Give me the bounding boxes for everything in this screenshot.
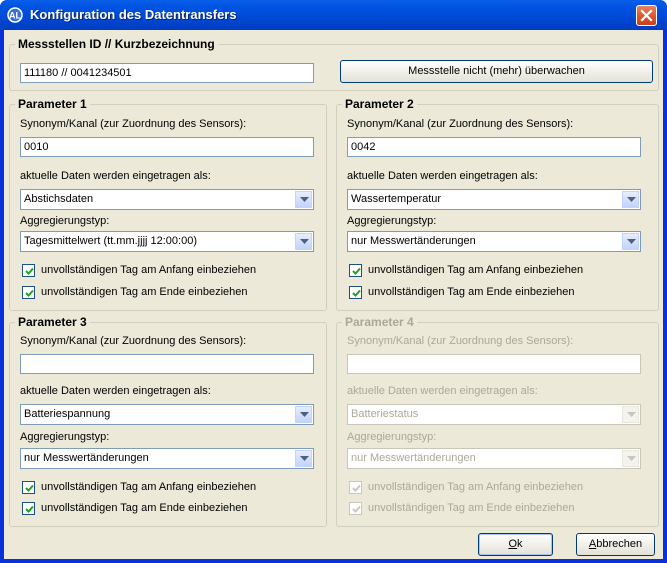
unwatch-station-button[interactable]: Messstelle nicht (mehr) überwachen: [340, 60, 653, 83]
dialog-window: AL Konfiguration des Datentransfers Mess…: [0, 0, 667, 563]
parameter-3-data-label: aktuelle Daten werden eingetragen als:: [20, 385, 211, 397]
cancel-label: bbrechen: [596, 538, 643, 550]
parameter-4-start-label: unvollständigen Tag am Anfang einbeziehe…: [368, 481, 584, 493]
dialog-client: Messstellen ID // Kurzbezeichnung 111180…: [4, 30, 663, 559]
close-button[interactable]: [636, 5, 657, 26]
app-logo-icon: AL: [7, 7, 23, 23]
parameter-4-data-select: Batteriestatus: [347, 404, 641, 425]
parameter-3-agg-select[interactable]: nur Messwertänderungen: [20, 448, 314, 469]
cancel-button[interactable]: Abbrechen: [576, 533, 655, 556]
parameter-3-data-select[interactable]: Batteriespannung: [20, 404, 314, 425]
parameter-1-agg-label: Aggregierungstyp:: [20, 215, 110, 227]
parameter-1-synonym-label: Synonym/Kanal (zur Zuordnung des Sensors…: [20, 118, 247, 130]
checkmark-icon: [25, 484, 34, 492]
chevron-down-icon[interactable]: [295, 233, 312, 250]
station-id-input[interactable]: 111180 // 0041234501: [20, 63, 314, 83]
parameter-3-title: Parameter 3: [18, 315, 87, 329]
chevron-down-icon[interactable]: [622, 233, 639, 250]
parameter-4-end-label: unvollständigen Tag am Ende einbeziehen: [368, 502, 575, 514]
checkmark-icon: [352, 289, 361, 297]
parameter-2-synonym-input[interactable]: 0042: [347, 137, 641, 157]
parameter-3-synonym-input[interactable]: [20, 354, 314, 374]
parameter-4-title: Parameter 4: [345, 315, 414, 329]
parameter-3-start-label: unvollständigen Tag am Anfang einbeziehe…: [41, 481, 257, 493]
close-icon: [640, 9, 653, 22]
parameter-2-data-label: aktuelle Daten werden eingetragen als:: [347, 170, 538, 182]
checkmark-icon: [25, 505, 34, 513]
parameter-1-start-label: unvollständigen Tag am Anfang einbeziehe…: [41, 264, 257, 276]
parameter-2-data-select[interactable]: Wassertemperatur: [347, 189, 641, 210]
parameter-3-agg-value: nur Messwertänderungen: [24, 452, 149, 464]
window-title: Konfiguration des Datentransfers: [30, 7, 237, 22]
parameter-2-title: Parameter 2: [345, 97, 414, 111]
parameter-3-synonym-label: Synonym/Kanal (zur Zuordnung des Sensors…: [20, 335, 247, 347]
chevron-down-icon[interactable]: [295, 450, 312, 467]
ok-accel: O: [508, 538, 518, 550]
svg-text:AL: AL: [9, 11, 21, 21]
station-group-title: Messstellen ID // Kurzbezeichnung: [18, 37, 215, 51]
ok-button[interactable]: Ok: [478, 533, 553, 556]
chevron-down-icon: [622, 406, 639, 423]
parameter-2-start-label: unvollständigen Tag am Anfang einbeziehe…: [368, 264, 584, 276]
parameter-1-data-select[interactable]: Abstichsdaten: [20, 189, 314, 210]
parameter-1-agg-select[interactable]: Tagesmittelwert (tt.mm.jjjj 12:00:00): [20, 231, 314, 252]
parameter-1-title: Parameter 1: [18, 97, 87, 111]
parameter-2-synonym-label: Synonym/Kanal (zur Zuordnung des Sensors…: [347, 118, 574, 130]
parameter-1-synonym-input[interactable]: 0010: [20, 137, 314, 157]
parameter-4-synonym-label: Synonym/Kanal (zur Zuordnung des Sensors…: [347, 335, 574, 347]
parameter-4-agg-value: nur Messwertänderungen: [351, 452, 476, 464]
parameter-1-data-value: Abstichsdaten: [24, 193, 94, 205]
checkmark-icon: [352, 267, 361, 275]
parameter-4-synonym-input: [347, 354, 641, 374]
parameter-3-data-value: Batteriespannung: [24, 408, 111, 420]
checkmark-icon: [352, 484, 361, 492]
parameter-2-end-label: unvollständigen Tag am Ende einbeziehen: [368, 286, 575, 298]
checkmark-icon: [25, 267, 34, 275]
parameter-2-agg-label: Aggregierungstyp:: [347, 215, 437, 227]
parameter-4-data-label: aktuelle Daten werden eingetragen als:: [347, 385, 538, 397]
chevron-down-icon[interactable]: [295, 191, 312, 208]
ok-label: k: [517, 538, 523, 550]
parameter-3-agg-label: Aggregierungstyp:: [20, 431, 110, 443]
parameter-3-end-label: unvollständigen Tag am Ende einbeziehen: [41, 502, 248, 514]
parameter-4-agg-select: nur Messwertänderungen: [347, 448, 641, 469]
checkmark-icon: [352, 505, 361, 513]
chevron-down-icon[interactable]: [295, 406, 312, 423]
parameter-1-data-label: aktuelle Daten werden eingetragen als:: [20, 170, 211, 182]
parameter-4-data-value: Batteriestatus: [351, 408, 419, 420]
parameter-4-agg-label: Aggregierungstyp:: [347, 431, 437, 443]
parameter-1-end-label: unvollständigen Tag am Ende einbeziehen: [41, 286, 248, 298]
parameter-2-agg-select[interactable]: nur Messwertänderungen: [347, 231, 641, 252]
parameter-2-agg-value: nur Messwertänderungen: [351, 235, 476, 247]
checkmark-icon: [25, 289, 34, 297]
parameter-2-data-value: Wassertemperatur: [351, 193, 442, 205]
title-bar[interactable]: AL Konfiguration des Datentransfers: [0, 0, 667, 30]
chevron-down-icon: [622, 450, 639, 467]
chevron-down-icon[interactable]: [622, 191, 639, 208]
parameter-1-agg-value: Tagesmittelwert (tt.mm.jjjj 12:00:00): [24, 235, 197, 247]
